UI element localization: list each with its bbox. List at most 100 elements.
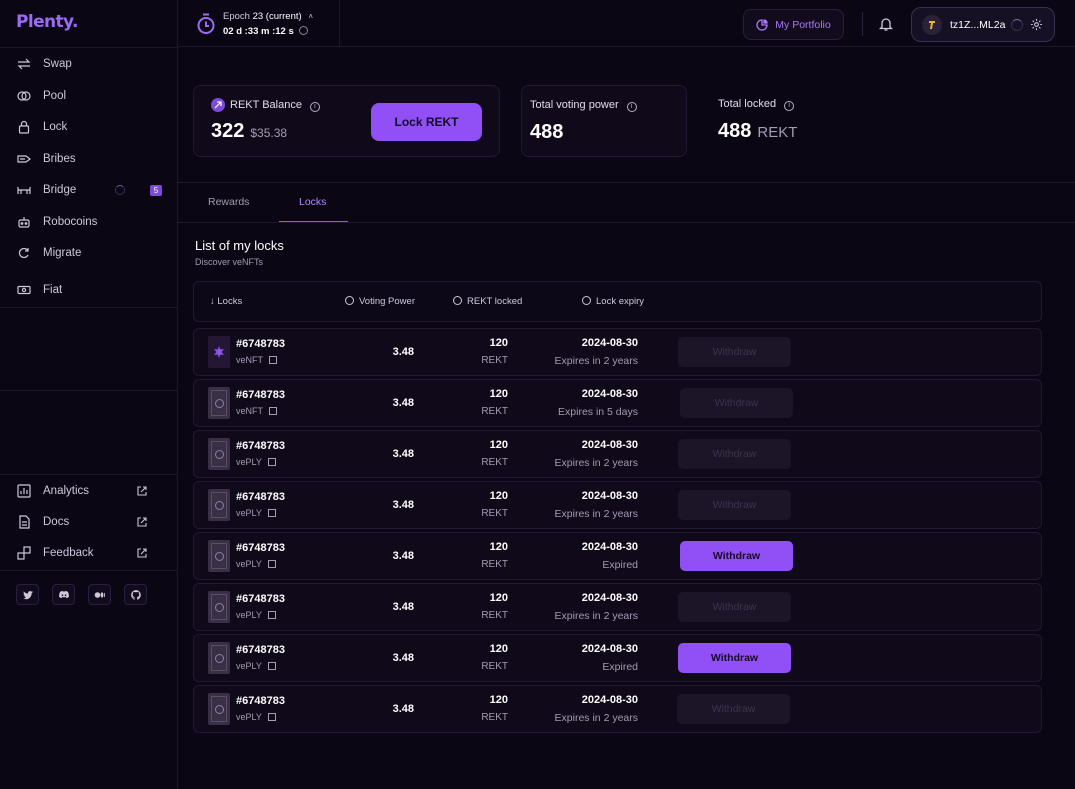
- voting-power-value: 3.48: [392, 499, 414, 511]
- lock-icon: [16, 119, 32, 135]
- medium-button[interactable]: [88, 584, 111, 605]
- bell-icon[interactable]: [878, 16, 894, 32]
- column-header-lock-expiry[interactable]: Lock expiry: [582, 296, 644, 307]
- sidebar-item-bridge[interactable]: Bridge 5: [0, 177, 178, 203]
- info-icon[interactable]: i: [309, 102, 320, 112]
- veply-thumbnail: [208, 540, 230, 572]
- lock-expiry-status: Expires in 2 years: [554, 712, 638, 724]
- voting-power-value: 3.48: [392, 601, 414, 613]
- divider: [0, 47, 178, 48]
- withdraw-button[interactable]: Withdraw: [678, 439, 791, 469]
- external-link-icon[interactable]: [267, 458, 276, 466]
- withdraw-button[interactable]: Withdraw: [678, 337, 791, 367]
- voting-power-value: 3.48: [392, 448, 414, 460]
- tab-locks[interactable]: Locks: [299, 196, 326, 208]
- external-link-icon: [137, 548, 147, 558]
- withdraw-button[interactable]: Withdraw: [680, 388, 793, 418]
- sidebar-item-robocoins[interactable]: Robocoins: [0, 209, 178, 235]
- lock-type: vePLY: [236, 661, 262, 671]
- rekt-locked-amount: 120: [489, 388, 508, 400]
- sidebar-item-label: Lock: [43, 121, 68, 133]
- robot-icon: [16, 214, 32, 230]
- loading-spinner: [1011, 19, 1023, 31]
- bribes-icon: [16, 151, 32, 167]
- rekt-locked-unit: REKT: [481, 355, 508, 366]
- twitter-button[interactable]: [16, 584, 39, 605]
- sidebar-item-fiat[interactable]: Fiat: [0, 277, 178, 303]
- voting-power-value: 3.48: [392, 703, 414, 715]
- rekt-locked-unit: REKT: [481, 610, 508, 621]
- external-link-icon[interactable]: [269, 356, 277, 364]
- epoch-countdown: 02 d :33 m :12 s: [223, 26, 294, 37]
- withdraw-button[interactable]: Withdraw: [678, 643, 791, 673]
- withdraw-button[interactable]: Withdraw: [680, 541, 793, 571]
- divider: [178, 222, 1075, 223]
- info-icon[interactable]: i: [626, 102, 637, 112]
- wallet-button[interactable]: tz1Z...ML2a: [911, 7, 1055, 42]
- external-link-icon[interactable]: [269, 407, 277, 415]
- external-link-icon[interactable]: [267, 509, 276, 517]
- discord-icon: [58, 590, 69, 598]
- info-icon[interactable]: i: [784, 101, 795, 111]
- divider: [178, 182, 1075, 183]
- withdraw-button[interactable]: Withdraw: [677, 694, 790, 724]
- lock-expiry-status: Expires in 5 days: [558, 406, 638, 418]
- column-header-voting-power[interactable]: Voting Power: [345, 296, 415, 307]
- info-icon: [453, 296, 462, 305]
- my-portfolio-button[interactable]: My Portfolio: [743, 9, 844, 40]
- lock-type: vePLY: [236, 457, 262, 467]
- lock-type: vePLY: [236, 559, 262, 569]
- info-icon[interactable]: [299, 26, 309, 35]
- github-button[interactable]: [124, 584, 147, 605]
- total-locked-unit: REKT: [757, 124, 798, 141]
- lock-id: #6748783: [236, 695, 285, 707]
- withdraw-button[interactable]: Withdraw: [678, 490, 791, 520]
- lock-expiry-date: 2024-08-30: [581, 490, 638, 502]
- sidebar-item-migrate[interactable]: Migrate: [0, 240, 178, 266]
- lock-expiry-status: Expired: [602, 559, 638, 571]
- sidebar-link-docs[interactable]: Docs: [0, 509, 178, 535]
- rekt-locked-unit: REKT: [481, 559, 508, 570]
- gear-icon[interactable]: [1030, 18, 1043, 31]
- arrow-down-icon: ↓: [210, 296, 215, 307]
- venft-thumbnail: [208, 336, 230, 368]
- rekt-token-icon: [211, 98, 225, 112]
- external-link-icon[interactable]: [267, 560, 276, 568]
- sidebar-item-bribes[interactable]: Bribes: [0, 146, 178, 172]
- sidebar-item-label: Docs: [43, 516, 70, 528]
- tab-rewards[interactable]: Rewards: [208, 196, 249, 208]
- total-voting-power-label: Total voting power: [530, 99, 619, 111]
- rekt-locked-unit: REKT: [481, 661, 508, 672]
- discord-button[interactable]: [52, 584, 75, 605]
- plenty-logo[interactable]: Plenty.: [16, 12, 78, 32]
- external-link-icon[interactable]: [267, 713, 276, 721]
- withdraw-button[interactable]: Withdraw: [678, 592, 791, 622]
- total-voting-power-value: 488: [530, 121, 564, 143]
- sidebar-link-analytics[interactable]: Analytics: [0, 478, 178, 504]
- sidebar-item-pool[interactable]: Pool: [0, 83, 178, 109]
- column-header-rekt-locked[interactable]: REKT locked: [453, 296, 522, 307]
- veply-thumbnail: [208, 642, 230, 674]
- sidebar-item-label: Analytics: [43, 485, 90, 497]
- feedback-icon: [16, 545, 32, 561]
- rekt-locked-amount: 120: [489, 490, 508, 502]
- rekt-locked-amount: 120: [489, 592, 508, 604]
- lock-type: vePLY: [236, 610, 262, 620]
- epoch-selector[interactable]: Epoch 23 (current) ˄ 02 d :33 m :12 s: [178, 0, 340, 47]
- lock-id: #6748783: [236, 440, 285, 452]
- sidebar-item-lock[interactable]: Lock: [0, 114, 178, 140]
- external-link-icon[interactable]: [267, 662, 276, 670]
- lock-expiry-status: Expires in 2 years: [554, 355, 638, 367]
- lock-expiry-status: Expires in 2 years: [554, 610, 638, 622]
- lock-rekt-button[interactable]: Lock REKT: [371, 103, 482, 141]
- notification-badge: 5: [150, 184, 162, 196]
- sidebar-link-feedback[interactable]: Feedback: [0, 540, 178, 566]
- sidebar-item-swap[interactable]: Swap: [0, 51, 178, 77]
- epoch-label: Epoch: [223, 11, 250, 22]
- external-link-icon[interactable]: [267, 611, 276, 619]
- medium-icon: [94, 591, 105, 598]
- sidebar-item-label: Bridge: [43, 184, 77, 196]
- table-row: #6748783 vePLY 3.48 120 REKT 2024-08-30 …: [193, 532, 1042, 580]
- voting-power-value: 3.48: [392, 652, 414, 664]
- column-header-locks[interactable]: ↓ Locks: [210, 296, 242, 307]
